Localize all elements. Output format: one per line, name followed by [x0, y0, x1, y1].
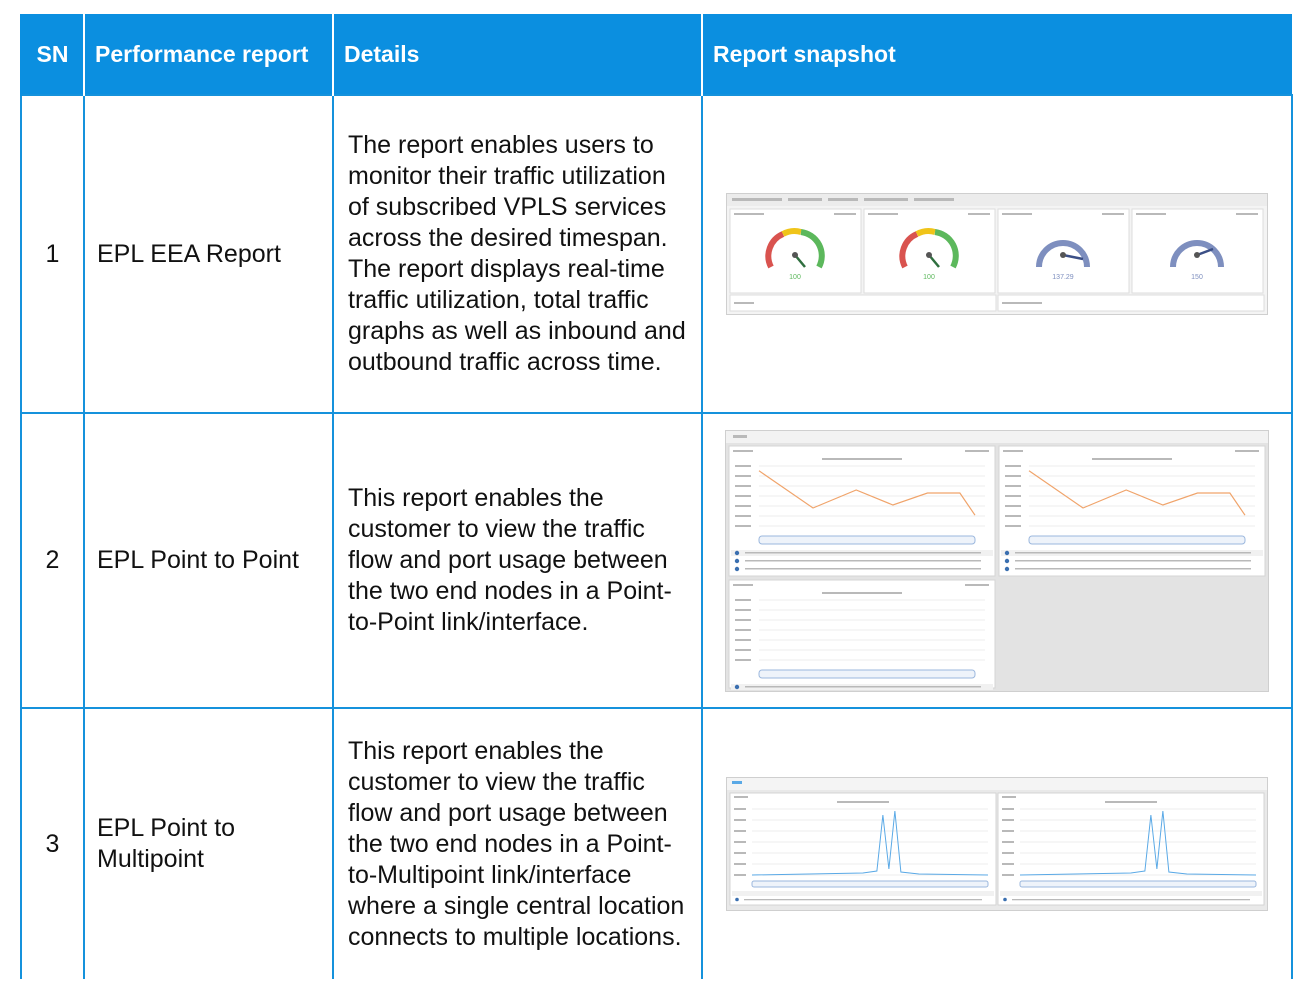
table-header-row: SN Performance report Details Report sna…: [20, 14, 1292, 95]
row-snapshot: [701, 412, 1293, 709]
row-details: This report enables the customer to view…: [332, 412, 703, 709]
legend-row: [1000, 891, 1262, 896]
row-snapshot: [701, 707, 1293, 979]
row-sn: 3: [20, 707, 85, 979]
row-details: The report enables users to monitor thei…: [332, 94, 703, 414]
row-sn: 2: [20, 412, 85, 709]
performance-report-table: SN Performance report Details Report sna…: [20, 14, 1293, 979]
point-to-point-screenshot: [725, 429, 1269, 692]
row-snapshot: 100 100 137.29 150: [701, 94, 1293, 414]
range-slider: [751, 880, 989, 888]
table-row: 1 EPL EEA Report The report enables user…: [20, 94, 1293, 414]
table-row: 3 EPL Point to Multipoint This report en…: [20, 707, 1293, 979]
point-to-multipoint-screenshot: [726, 777, 1268, 911]
eea-dashboard-screenshot: 100 100 137.29 150: [726, 193, 1268, 315]
chart-panel: [729, 792, 997, 906]
range-slider: [1019, 880, 1257, 888]
header-sn: SN: [20, 14, 84, 95]
gauge-value-label: 137.29: [1052, 274, 1074, 281]
row-sn: 1: [20, 94, 85, 414]
row-report-name: EPL EEA Report: [83, 94, 334, 414]
row-details: This report enables the customer to view…: [332, 707, 703, 979]
row-report-name: EPL Point to Point: [83, 412, 334, 709]
table-row: 2 EPL Point to Point This report enables…: [20, 412, 1293, 709]
gauge-value-label: 150: [1191, 274, 1203, 281]
range-slider: [1028, 535, 1246, 544]
gauge-value-label: 100: [923, 274, 935, 281]
header-details: Details: [332, 14, 702, 95]
range-slider: [758, 535, 976, 544]
row-report-name: EPL Point to Multipoint: [83, 707, 334, 979]
chart-panel: [997, 792, 1265, 906]
legend-row: [732, 891, 994, 896]
header-report-snapshot: Report snapshot: [701, 14, 1292, 95]
page: SN Performance report Details Report sna…: [0, 0, 1304, 985]
range-slider: [758, 669, 976, 678]
gauge-value-label: 100: [789, 274, 801, 281]
header-performance-report: Performance report: [83, 14, 333, 95]
